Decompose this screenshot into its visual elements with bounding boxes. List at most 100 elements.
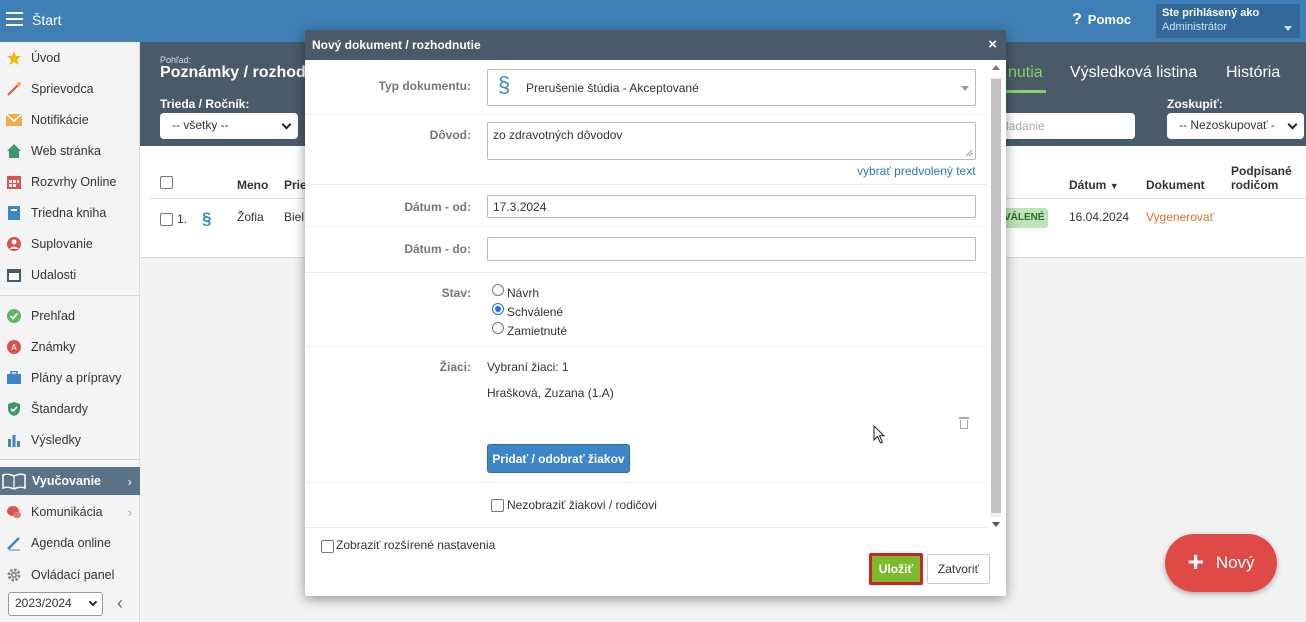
- user-label: Ste prihlásený ako: [1162, 7, 1260, 19]
- date-from-label: Dátum - od:: [404, 200, 471, 214]
- help-button[interactable]: ? Pomoc: [1072, 11, 1131, 29]
- tab-vysledkova-listina[interactable]: Výsledková listina: [1070, 64, 1197, 82]
- date-to-label: Dátum - do:: [404, 242, 471, 256]
- sidebar-item-web[interactable]: Web stránka: [0, 138, 140, 164]
- students-label: Žiaci:: [439, 360, 471, 374]
- close-button[interactable]: Zatvoriť: [927, 554, 990, 584]
- sidebar: Úvod Sprievodca Notifikácie Web stránka …: [0, 42, 140, 622]
- sidebar-item-label: Štandardy: [31, 402, 88, 416]
- column-header-datum[interactable]: Dátum ▼: [1069, 178, 1119, 192]
- sidebar-item-label: Rozvrhy Online: [31, 175, 117, 189]
- sidebar-divider: [0, 459, 140, 460]
- sidebar-item-plany[interactable]: Plány a prípravy: [0, 365, 140, 391]
- school-year-value: 2023/2024: [15, 596, 72, 610]
- class-filter-select[interactable]: -- všetky --: [160, 113, 298, 139]
- start-link[interactable]: Štart: [32, 12, 62, 28]
- sidebar-item-vysledky[interactable]: Výsledky: [0, 427, 140, 453]
- student-name: Hrašková, Zuzana (1.A): [487, 386, 614, 400]
- search-placeholder: ladanie: [1006, 119, 1045, 133]
- resize-handle-icon[interactable]: [965, 149, 973, 157]
- status-radio-navrh[interactable]: [492, 284, 504, 296]
- hide-from-student-checkbox[interactable]: [491, 499, 504, 512]
- tab-rozhodnutia[interactable]: nutia: [1008, 64, 1043, 82]
- status-label: Stav:: [441, 286, 471, 300]
- save-button[interactable]: Uložiť: [869, 553, 923, 585]
- menu-icon[interactable]: [6, 12, 23, 26]
- row-divider: [305, 184, 987, 185]
- sidebar-item-label: Suplovanie: [31, 237, 93, 251]
- sidebar-item-label: Web stránka: [31, 144, 101, 158]
- pen-icon: [5, 534, 23, 552]
- close-icon[interactable]: ×: [988, 36, 997, 53]
- star-icon: [5, 49, 23, 67]
- sidebar-item-sprievodca[interactable]: Sprievodca: [0, 76, 140, 102]
- generate-link[interactable]: Vygenerovať: [1146, 210, 1214, 224]
- sidebar-item-label: Prehľad: [31, 309, 75, 323]
- sidebar-item-label: Plány a prípravy: [31, 371, 122, 385]
- sidebar-item-suplovanie[interactable]: Suplovanie: [0, 231, 140, 257]
- sidebar-item-uvod[interactable]: Úvod: [0, 45, 140, 71]
- person-icon: [5, 235, 23, 253]
- scroll-thumb[interactable]: [991, 79, 1001, 513]
- sidebar-item-agenda[interactable]: Agenda online: [0, 530, 140, 556]
- column-header-meno[interactable]: Meno: [237, 178, 268, 192]
- collapse-sidebar-icon[interactable]: ‹: [117, 593, 123, 614]
- group-select[interactable]: -- Nezoskupovať -: [1167, 113, 1304, 139]
- sidebar-item-label: Výsledky: [31, 433, 82, 447]
- document-type-select[interactable]: § Prerušenie štúdia - Akceptované: [487, 69, 976, 106]
- sidebar-divider: [0, 295, 140, 296]
- reason-value: zo zdravotných dôvodov: [493, 128, 623, 142]
- sidebar-item-label: Známky: [31, 340, 76, 354]
- mouse-cursor-icon: [873, 425, 886, 444]
- status-option-label: Návrh: [507, 286, 540, 300]
- class-filter-value: -- všetky --: [172, 118, 229, 132]
- trash-icon[interactable]: [959, 417, 969, 429]
- sidebar-item-label: Triedna kniha: [31, 206, 107, 220]
- sidebar-item-triedna-kniha[interactable]: Triedna kniha: [0, 200, 140, 226]
- reason-textarea[interactable]: zo zdravotných dôvodov: [487, 122, 976, 160]
- date-to-input[interactable]: [487, 237, 976, 261]
- sidebar-item-udalosti[interactable]: Udalosti: [0, 262, 140, 288]
- row-divider: [305, 482, 987, 483]
- default-text-link[interactable]: vybrať predvolený text: [857, 164, 976, 178]
- status-option-label: Schválené: [507, 305, 564, 319]
- row-priezvisko: Biel: [284, 210, 305, 224]
- search-input[interactable]: ladanie: [998, 113, 1135, 139]
- dialog-scrollbar[interactable]: [988, 65, 1002, 531]
- dialog-body: Typ dokumentu: § Prerušenie štúdia - Akc…: [305, 60, 1006, 564]
- status-radio-zamietnute[interactable]: [492, 322, 504, 334]
- row-checkbox[interactable]: [160, 213, 173, 226]
- briefcase-icon: [5, 369, 23, 387]
- chevron-down-icon: [281, 119, 292, 130]
- date-from-input[interactable]: 17.3.2024: [487, 195, 976, 218]
- group-value: -- Nezoskupovať -: [1179, 118, 1275, 132]
- advanced-settings-label: Zobraziť rozšírené nastavenia: [336, 538, 496, 552]
- shield-icon: [5, 400, 23, 418]
- caret-down-icon: [961, 86, 969, 91]
- scroll-up-icon[interactable]: [992, 65, 1000, 70]
- sidebar-item-prehlad[interactable]: Prehľad: [0, 303, 140, 329]
- user-menu[interactable]: Ste prihlásený ako Administrátor: [1156, 4, 1300, 38]
- sidebar-item-vyucovanie[interactable]: Vyučovanie ›: [0, 467, 140, 495]
- class-filter-label: Trieda / Ročník:: [160, 97, 250, 111]
- status-radio-schvalene[interactable]: [492, 303, 504, 315]
- chevron-down-icon: [1287, 119, 1298, 130]
- column-header-line1: Podpísané: [1231, 164, 1292, 178]
- sidebar-item-znamky[interactable]: A Známky: [0, 334, 140, 360]
- column-header-priezvisko[interactable]: Prie: [284, 178, 307, 192]
- scroll-down-icon[interactable]: [992, 522, 1000, 527]
- new-button[interactable]: + Nový: [1165, 534, 1277, 592]
- sidebar-item-standardy[interactable]: Štandardy: [0, 396, 140, 422]
- sidebar-item-rozvrhy[interactable]: Rozvrhy Online: [0, 169, 140, 195]
- row-datum: 16.04.2024: [1069, 210, 1130, 224]
- select-all-checkbox[interactable]: [160, 176, 173, 189]
- chevron-right-icon: ›: [127, 473, 132, 489]
- book-icon: [5, 204, 23, 222]
- sidebar-item-notifikacie[interactable]: Notifikácie: [0, 107, 140, 133]
- sidebar-item-ovladaci-panel[interactable]: Ovládací panel: [0, 562, 140, 588]
- school-year-select[interactable]: 2023/2024: [8, 592, 103, 616]
- sidebar-item-komunikacia[interactable]: Komunikácia ›: [0, 499, 140, 525]
- add-remove-students-button[interactable]: Pridať / odobrať žiakov: [487, 444, 630, 473]
- advanced-settings-checkbox[interactable]: [321, 540, 334, 553]
- tab-historia[interactable]: História: [1226, 64, 1280, 82]
